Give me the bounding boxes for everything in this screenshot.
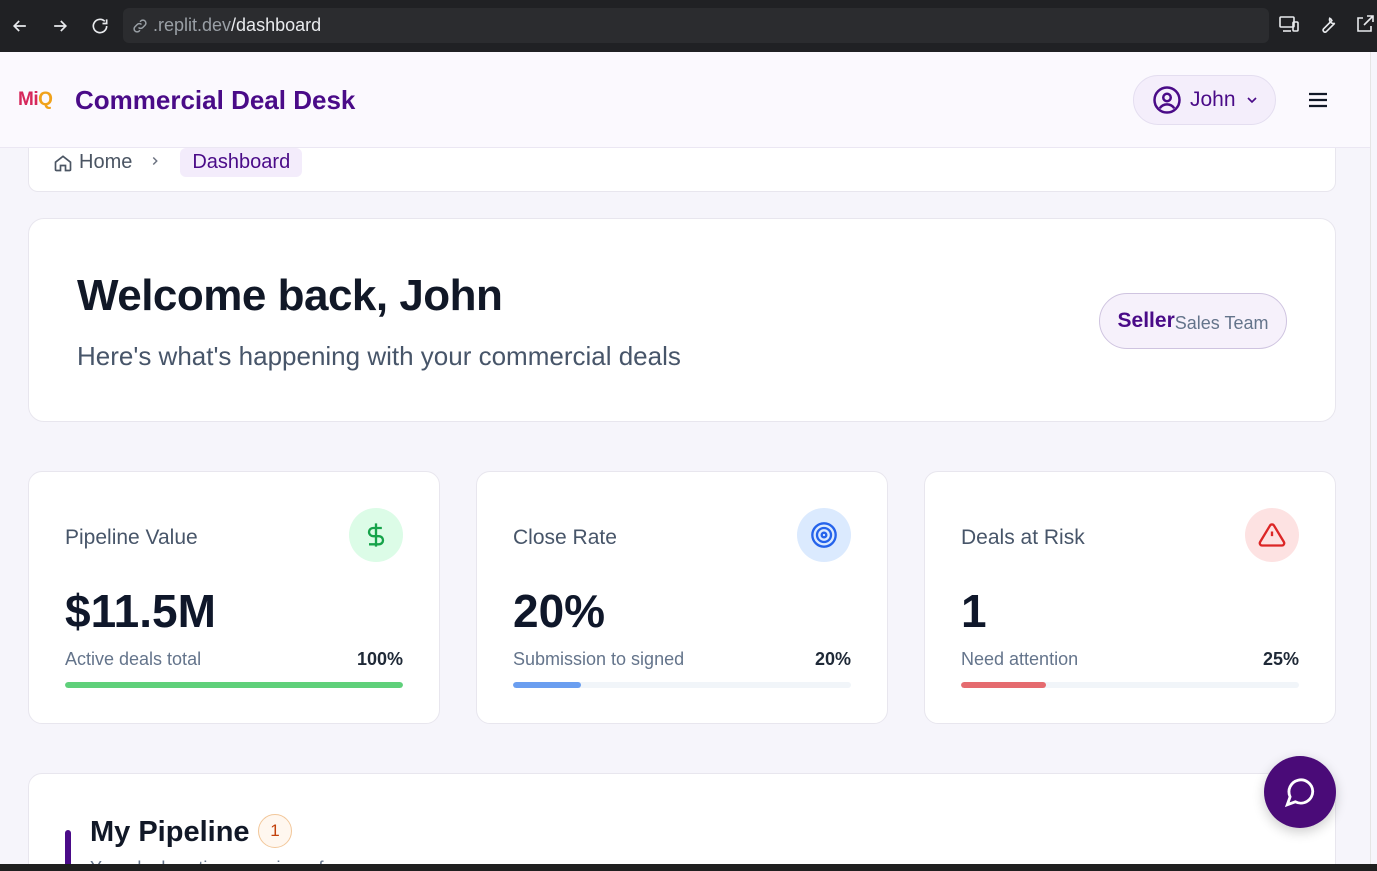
welcome-card: Welcome back, John Here's what's happeni…	[28, 218, 1336, 422]
target-icon	[797, 508, 851, 562]
team-label: Sales Team	[1174, 312, 1269, 333]
home-icon	[54, 154, 72, 171]
stat-percent: 20%	[814, 649, 851, 669]
progress-fill	[961, 682, 1046, 688]
stat-label: Deals at Risk	[961, 526, 1085, 549]
breadcrumb-card: Home Dashboard	[28, 148, 1336, 192]
progress-fill	[65, 682, 403, 688]
welcome-heading: Welcome back, John	[77, 271, 503, 320]
stat-value: $11.5M	[65, 585, 216, 637]
wrench-icon[interactable]	[1315, 12, 1339, 36]
open-external-icon[interactable]	[1353, 12, 1377, 36]
address-bar[interactable]: .replit.dev/dashboard	[123, 8, 1269, 43]
stat-card-close-rate[interactable]: Close Rate 20% Submission to signed 20%	[476, 471, 888, 724]
scrollbar[interactable]	[1370, 52, 1377, 864]
browser-toolbar: .replit.dev/dashboard	[0, 0, 1377, 52]
breadcrumb: Home Dashboard	[53, 148, 303, 177]
chevron-right-icon	[148, 151, 162, 174]
stat-card-pipeline-value[interactable]: Pipeline Value $11.5M Active deals total…	[28, 471, 440, 724]
stat-value: 20%	[513, 585, 606, 637]
stat-card-deals-at-risk[interactable]: Deals at Risk 1 Need attention 25%	[924, 471, 1336, 724]
stat-label: Pipeline Value	[65, 526, 198, 549]
progress-track	[961, 682, 1299, 688]
forward-icon[interactable]	[40, 6, 80, 46]
reload-icon[interactable]	[80, 6, 120, 46]
alert-triangle-icon	[1245, 508, 1299, 562]
chat-button[interactable]	[1264, 756, 1336, 828]
pipeline-card: My Pipeline 1 Your deals action overview…	[28, 773, 1336, 871]
stat-label: Close Rate	[513, 526, 617, 549]
chevron-down-icon	[1246, 97, 1257, 104]
logo-part-mi: Mi	[18, 89, 39, 110]
progress-track	[65, 682, 403, 688]
stat-percent: 25%	[1262, 649, 1299, 669]
role-badge: Seller Sales Team	[1099, 293, 1287, 349]
url-path: /dashboard	[231, 15, 322, 35]
message-circle-icon	[1284, 778, 1315, 808]
logo-part-q: Q	[38, 89, 53, 110]
link-icon	[133, 18, 147, 33]
dollar-icon	[349, 508, 403, 562]
welcome-subtitle: Here's what's happening with your commer…	[77, 341, 681, 371]
pipeline-count-badge: 1	[258, 814, 292, 848]
url-host: .replit.dev	[153, 15, 232, 35]
stat-subtitle: Submission to signed	[513, 649, 685, 669]
app-header: MiQ Commercial Deal Desk John	[0, 52, 1370, 148]
breadcrumb-home[interactable]: Home	[79, 151, 132, 174]
progress-fill	[513, 682, 581, 688]
user-menu-button[interactable]: John	[1133, 75, 1276, 125]
progress-track	[513, 682, 851, 688]
user-circle-icon	[1153, 86, 1181, 114]
user-name: John	[1190, 88, 1236, 111]
stat-subtitle: Active deals total	[65, 649, 202, 669]
stat-percent: 100%	[356, 649, 403, 669]
miq-logo[interactable]: MiQ	[18, 89, 53, 111]
app-title: Commercial Deal Desk	[75, 85, 356, 115]
stat-subtitle: Need attention	[961, 649, 1079, 669]
breadcrumb-current: Dashboard	[180, 148, 303, 177]
hamburger-menu-icon[interactable]	[1305, 88, 1331, 112]
role-label: Seller	[1117, 309, 1175, 332]
devices-icon[interactable]	[1277, 12, 1301, 36]
pipeline-title: My Pipeline	[90, 816, 250, 848]
back-icon[interactable]	[0, 6, 40, 46]
stat-value: 1	[961, 585, 987, 637]
window-bottom-edge	[0, 864, 1377, 871]
